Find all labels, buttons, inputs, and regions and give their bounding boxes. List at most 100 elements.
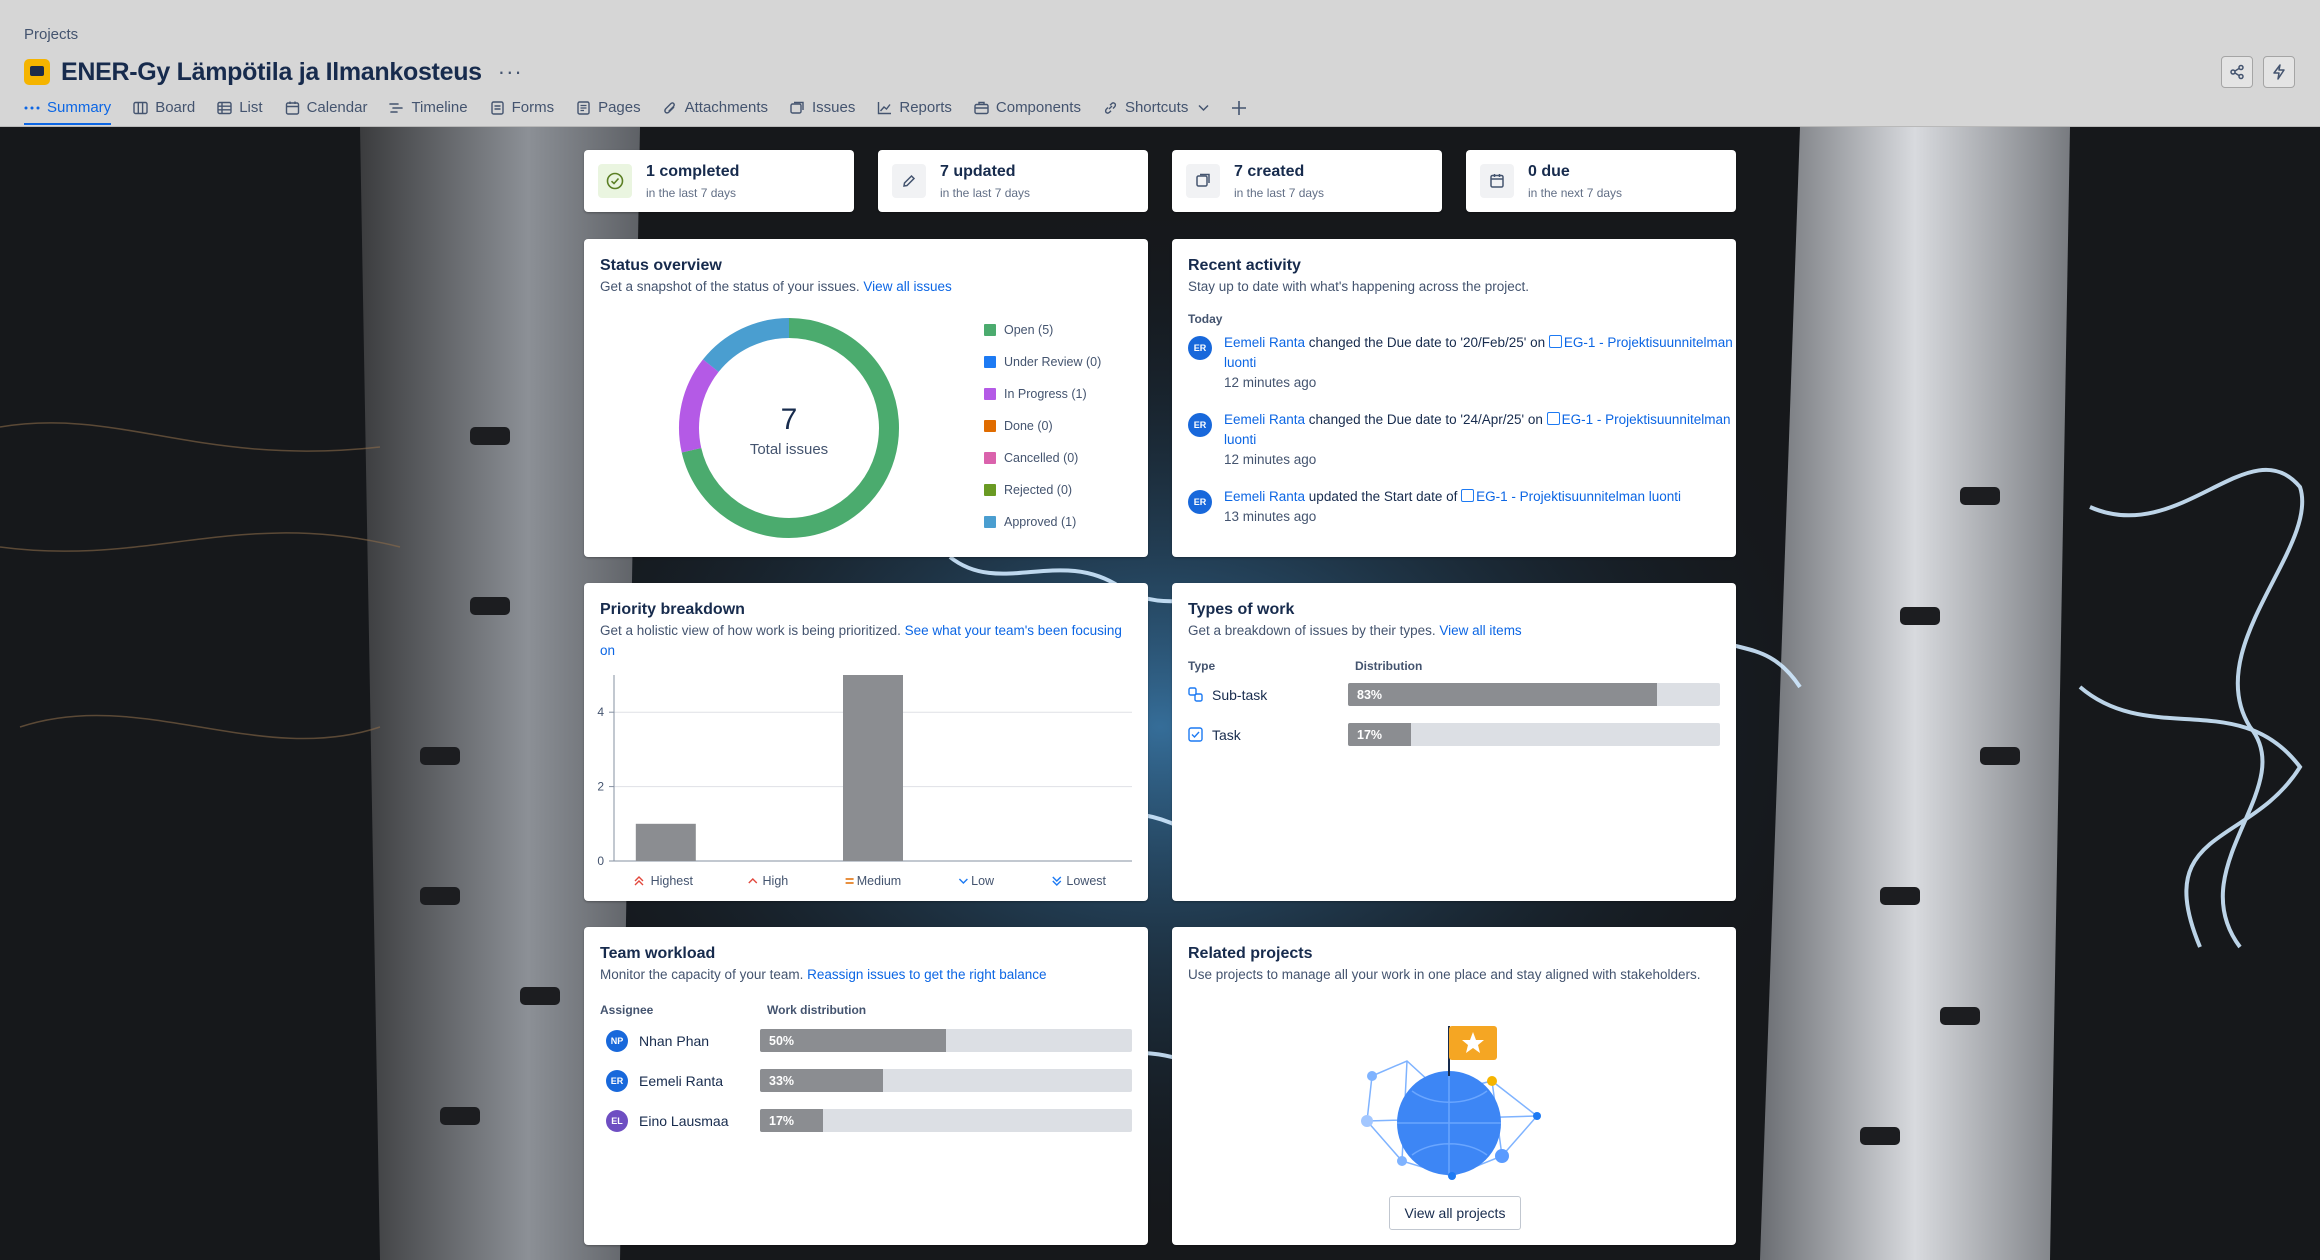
share-icon — [2230, 64, 2244, 80]
type-row-task[interactable]: Task — [1188, 723, 1241, 746]
avatar[interactable]: ER — [1188, 413, 1212, 437]
edit-icon — [892, 164, 926, 198]
legend-item-cancelled[interactable]: Cancelled (0) — [984, 442, 1101, 474]
legend-label: In Progress (1) — [1004, 387, 1087, 401]
tab-list[interactable]: List — [217, 96, 263, 119]
automation-button[interactable] — [2263, 56, 2295, 88]
plus-icon — [1231, 100, 1247, 116]
link-icon — [1103, 101, 1118, 115]
assignee-name: Nhan Phan — [639, 1032, 710, 1049]
donut-segment[interactable] — [679, 359, 719, 453]
priority-lowest-icon — [1052, 876, 1062, 886]
type-row-subtask[interactable]: Sub-task — [1188, 683, 1267, 706]
stat-completed[interactable]: 1 completed in the last 7 days — [584, 150, 854, 212]
view-all-items-link[interactable]: View all items — [1439, 623, 1521, 638]
issue-type-icon — [1461, 489, 1475, 502]
tab-label: List — [239, 99, 263, 116]
tab-label: Components — [995, 99, 1081, 116]
card-description: Get a holistic view of how work is being… — [600, 621, 1130, 661]
tab-calendar[interactable]: Calendar — [285, 96, 368, 119]
activity-time: 12 minutes ago — [1224, 452, 1317, 467]
activity-action: updated the Start date of — [1305, 489, 1462, 504]
project-title[interactable]: ENER-Gy Lämpötila ja Ilmankosteus — [61, 58, 482, 87]
tab-label: Calendar — [306, 99, 368, 116]
project-avatar-icon — [24, 59, 50, 85]
tab-label: Issues — [812, 99, 856, 116]
assignee-row[interactable]: EL Eino Lausmaa — [606, 1109, 729, 1132]
column-header-work-distribution: Work distribution — [767, 1003, 867, 1017]
donut-segment[interactable] — [703, 318, 790, 373]
type-label: Task — [1212, 726, 1241, 743]
activity-text: Eemeli Ranta changed the Due date to '20… — [1224, 333, 1734, 393]
avatar[interactable]: ER — [1188, 490, 1212, 514]
tab-board[interactable]: Board — [133, 96, 195, 119]
tab-issues[interactable]: Issues — [790, 96, 855, 119]
user-link[interactable]: Eemeli Ranta — [1224, 489, 1305, 504]
card-title: Types of work — [1188, 601, 1295, 618]
legend-item-under-review[interactable]: Under Review (0) — [984, 346, 1101, 378]
timeline-icon — [389, 101, 404, 115]
tab-forms[interactable]: Forms — [490, 96, 555, 119]
tab-timeline[interactable]: Timeline — [389, 96, 468, 119]
tab-shortcuts[interactable]: Shortcuts — [1103, 96, 1209, 119]
legend-item-done[interactable]: Done (0) — [984, 410, 1101, 442]
stat-updated[interactable]: 7 updated in the last 7 days — [878, 150, 1148, 212]
status-overview-card: Status overview Get a snapshot of the st… — [584, 239, 1148, 557]
legend-item-in-progress[interactable]: In Progress (1) — [984, 378, 1101, 410]
tab-pages[interactable]: Pages — [576, 96, 641, 119]
list-icon — [217, 101, 232, 115]
share-button[interactable] — [2221, 56, 2253, 88]
bar-medium[interactable] — [843, 675, 903, 861]
priority-bar-chart: 0 2 4 Highest High Medium Low Lowest — [597, 675, 1132, 888]
assignee-row[interactable]: ER Eemeli Ranta — [606, 1069, 723, 1092]
chevron-down-icon[interactable] — [1198, 104, 1209, 112]
card-description: Get a breakdown of issues by their types… — [1188, 621, 1522, 641]
view-all-projects-button[interactable]: View all projects — [1389, 1196, 1521, 1230]
calendar-icon — [285, 101, 300, 115]
legend-item-open[interactable]: Open (5) — [984, 314, 1101, 346]
activity-action: changed the Due date to '24/Apr/25' on — [1305, 412, 1547, 427]
bar-highest[interactable] — [635, 823, 696, 861]
add-tab-button[interactable] — [1231, 96, 1247, 119]
user-link[interactable]: Eemeli Ranta — [1224, 335, 1305, 350]
description-text: Get a breakdown of issues by their types… — [1188, 623, 1436, 638]
user-link[interactable]: Eemeli Ranta — [1224, 412, 1305, 427]
tab-attachments[interactable]: Attachments — [663, 96, 768, 119]
tab-label: Reports — [899, 99, 952, 116]
stat-created[interactable]: 7 created in the last 7 days — [1172, 150, 1442, 212]
stat-due[interactable]: 0 due in the next 7 days — [1466, 150, 1736, 212]
tab-components[interactable]: Components — [974, 96, 1081, 119]
distribution-fill: 17% — [1348, 723, 1412, 746]
legend-swatch — [984, 324, 996, 336]
card-description: Monitor the capacity of your team. Reass… — [600, 965, 1047, 985]
dots-icon — [24, 101, 40, 115]
legend-item-approved[interactable]: Approved (1) — [984, 506, 1101, 538]
distribution-bar: 17% — [1348, 723, 1720, 746]
legend-label: Done (0) — [1004, 419, 1053, 433]
legend-swatch — [984, 388, 996, 400]
y-tick-label: 4 — [597, 705, 604, 719]
description-text: Monitor the capacity of your team. — [600, 967, 804, 982]
tab-summary[interactable]: Summary — [24, 96, 112, 125]
view-all-issues-link[interactable]: View all issues — [863, 279, 951, 294]
legend-item-rejected[interactable]: Rejected (0) — [984, 474, 1101, 506]
card-description: Use projects to manage all your work in … — [1188, 967, 1701, 982]
stat-value: 7 updated — [940, 162, 1016, 180]
calendar-icon — [1480, 164, 1514, 198]
issue-label: EG-1 - Projektisuunnitelman luonti — [1476, 489, 1682, 504]
issue-link[interactable]: EG-1 - Projektisuunnitelman luonti — [1461, 489, 1681, 504]
avatar[interactable]: ER — [1188, 336, 1212, 360]
tab-reports[interactable]: Reports — [877, 96, 952, 119]
avatar: EL — [606, 1109, 628, 1132]
reassign-issues-link[interactable]: Reassign issues to get the right balance — [807, 967, 1046, 982]
more-actions-icon[interactable]: ··· — [498, 59, 523, 85]
legend-label: Approved (1) — [1004, 515, 1077, 529]
assignee-row[interactable]: NP Nhan Phan — [606, 1029, 709, 1052]
paperclip-icon — [663, 101, 678, 115]
tab-label: Forms — [511, 99, 555, 116]
assignee-name: Eemeli Ranta — [639, 1072, 724, 1089]
activity-item: ER Eemeli Ranta changed the Due date to … — [1188, 410, 1734, 470]
breadcrumb[interactable]: Projects — [24, 26, 78, 43]
workload-bar: 17% — [760, 1109, 1132, 1132]
activity-text: Eemeli Ranta updated the Start date of E… — [1224, 487, 1734, 527]
